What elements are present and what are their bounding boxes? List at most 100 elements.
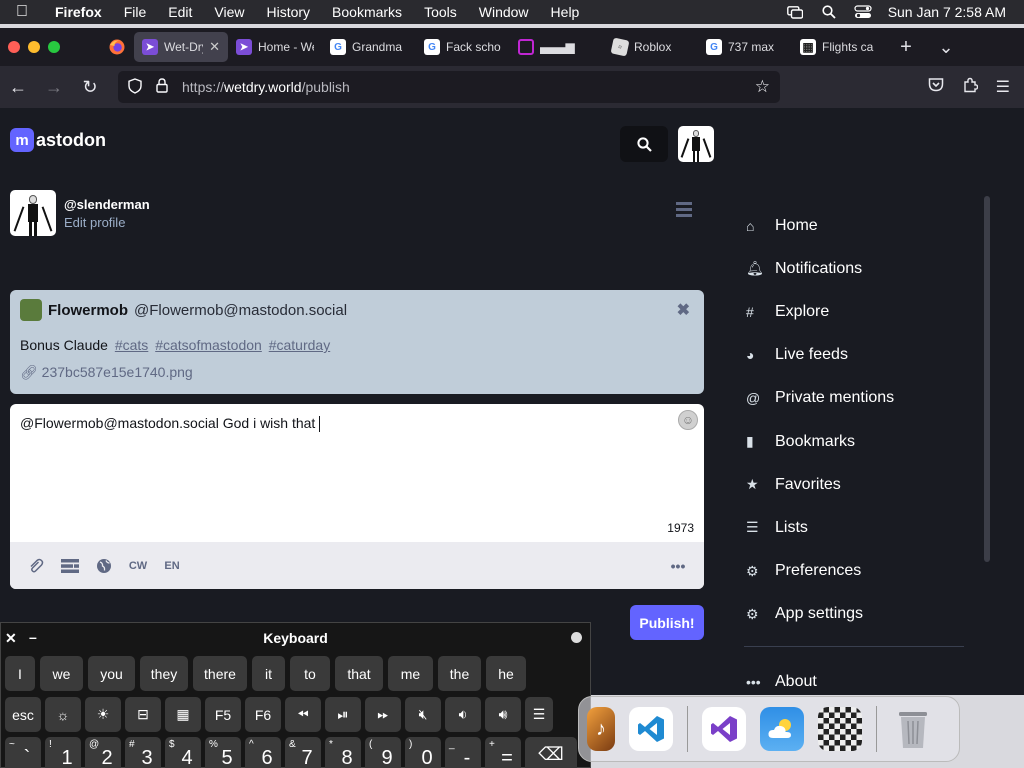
language-button[interactable]: EN (162, 560, 182, 572)
tab-home[interactable]: ➤ Home - Wet-Dry (228, 32, 322, 62)
cancel-reply-icon[interactable]: ✖ (677, 300, 690, 320)
tab-wetdry-world[interactable]: ➤ Wet-Dry World ✕ (134, 32, 228, 62)
close-tab-icon[interactable]: ✕ (209, 39, 220, 55)
nav-notifications[interactable]: 🔔︎ Notifications (744, 247, 964, 290)
garageband-icon[interactable]: ♪ (587, 707, 615, 751)
forward-arrow-icon[interactable]: → (36, 77, 72, 98)
reload-icon[interactable]: ↻ (72, 77, 108, 98)
mission-control-icon[interactable]: ⊟ (125, 697, 161, 732)
suggestion-key[interactable]: that (335, 656, 383, 691)
bookmark-star-icon[interactable]: ☆ (755, 77, 770, 97)
key-8[interactable]: * 8 (325, 737, 361, 768)
menu-bookmarks[interactable]: Bookmarks (321, 4, 413, 20)
hashtag-link[interactable]: #caturday (269, 337, 330, 353)
nav-preferences[interactable]: ⚙ Preferences (744, 550, 964, 593)
tab-grandma[interactable]: G Grandma (322, 32, 416, 62)
tab-square[interactable]: ▄▄▄▆ (510, 32, 604, 62)
trash-icon[interactable] (891, 707, 935, 751)
menu-help[interactable]: Help (540, 4, 591, 20)
suggestion-key[interactable]: you (88, 656, 135, 691)
reply-avatar[interactable] (20, 299, 42, 321)
screen-mirroring-icon[interactable] (786, 5, 804, 19)
chess-icon[interactable] (818, 707, 862, 751)
keyboard-title-bar[interactable]: ✕ – Keyboard (1, 623, 590, 653)
edit-profile-link[interactable]: Edit profile (64, 215, 125, 230)
publish-button[interactable]: Publish! (630, 605, 704, 640)
minimize-icon[interactable]: – (29, 629, 37, 645)
mute-icon[interactable]: 🔇︎ (405, 697, 441, 732)
visibility-globe-icon[interactable] (94, 558, 114, 574)
nav-bookmarks[interactable]: ▮ Bookmarks (744, 420, 964, 463)
menu-view[interactable]: View (203, 4, 255, 20)
key-equals[interactable]: + = (485, 737, 521, 768)
key-2[interactable]: @2 (85, 737, 121, 768)
brightness-up-icon[interactable]: ☀ (85, 697, 121, 732)
close-window-button[interactable] (8, 41, 20, 53)
menu-edit[interactable]: Edit (157, 4, 203, 20)
f6-key[interactable]: F6 (245, 697, 281, 732)
nav-live-feeds[interactable]: ◕ Live feeds (744, 334, 964, 377)
suggestion-key[interactable]: they (140, 656, 188, 691)
hashtag-link[interactable]: #catsofmastodon (155, 337, 262, 353)
shield-icon[interactable] (128, 77, 142, 97)
nav-private-mentions[interactable]: @ Private mentions (744, 377, 964, 420)
launchpad-icon[interactable]: ▦ (165, 697, 201, 732)
nav-about[interactable]: ••• About (744, 661, 964, 695)
brightness-down-icon[interactable]: ☼ (45, 697, 81, 732)
search-button[interactable] (620, 126, 668, 162)
suggestion-key[interactable]: it (252, 656, 285, 691)
nav-favorites[interactable]: ★ Favorites (744, 463, 964, 506)
weather-icon[interactable] (760, 707, 804, 751)
new-tab-button[interactable]: + (886, 36, 926, 59)
back-arrow-icon[interactable]: ← (0, 77, 36, 98)
compose-textarea[interactable]: @Flowermob@mastodon.social God i wish th… (10, 404, 704, 542)
hashtag-link[interactable]: #cats (115, 337, 148, 353)
suggestion-key[interactable]: he (486, 656, 526, 691)
more-options-icon[interactable]: ••• (668, 558, 688, 574)
fast-forward-icon[interactable]: ⏩︎ (365, 697, 401, 732)
minimize-window-button[interactable] (28, 41, 40, 53)
suggestion-key[interactable]: the (438, 656, 481, 691)
content-warning-button[interactable]: CW (128, 560, 148, 572)
key-4[interactable]: $4 (165, 737, 201, 768)
tab-flights[interactable]: ▦ Flights ca (792, 32, 886, 62)
apple-logo-icon[interactable]:  (0, 3, 44, 21)
pocket-icon[interactable] (928, 77, 944, 98)
keyboard-options-icon[interactable] (571, 632, 582, 643)
menu-history[interactable]: History (255, 4, 321, 20)
header-avatar[interactable] (678, 126, 714, 162)
key-7[interactable]: & 7 (285, 737, 321, 768)
attach-media-icon[interactable] (26, 558, 46, 574)
mastodon-logo[interactable]: m astodon (10, 128, 106, 152)
key-6[interactable]: ^ 6 (245, 737, 281, 768)
suggestion-key[interactable]: there (193, 656, 247, 691)
reply-display-name[interactable]: Flowermob (48, 302, 128, 319)
tab-737-max[interactable]: G 737 max (698, 32, 792, 62)
key-minus[interactable]: _ - (445, 737, 481, 768)
delete-key[interactable]: ⌫ (525, 737, 577, 768)
key-5[interactable]: % 5 (205, 737, 241, 768)
nav-home[interactable]: ⌂ Home (744, 204, 964, 247)
scrollbar[interactable] (984, 196, 990, 562)
reply-account[interactable]: @Flowermob@mastodon.social (134, 302, 347, 319)
list-icon[interactable]: ☰ (525, 697, 553, 732)
vscode-icon[interactable] (629, 707, 673, 751)
nav-app-settings[interactable]: ⚙ App settings (744, 593, 964, 636)
esc-key[interactable]: esc (5, 697, 41, 732)
poll-icon[interactable] (60, 558, 80, 574)
app-menu-icon[interactable]: ☰ (996, 77, 1010, 98)
menu-firefox[interactable]: Firefox (44, 4, 113, 20)
visual-studio-icon[interactable] (702, 707, 746, 751)
key-0[interactable]: ) 0 (405, 737, 441, 768)
hamburger-menu-icon[interactable] (676, 202, 692, 220)
f5-key[interactable]: F5 (205, 697, 241, 732)
menu-tools[interactable]: Tools (413, 4, 468, 20)
play-pause-icon[interactable]: ⏯︎ (325, 697, 361, 732)
volume-down-icon[interactable]: 🔉︎ (445, 697, 481, 732)
close-icon[interactable]: ✕ (5, 630, 17, 647)
menu-window[interactable]: Window (468, 4, 540, 20)
suggestion-key[interactable]: I (5, 656, 35, 691)
suggestion-key[interactable]: we (40, 656, 83, 691)
nav-lists[interactable]: ☰ Lists (744, 506, 964, 549)
rewind-icon[interactable]: ⏪︎ (285, 697, 321, 732)
